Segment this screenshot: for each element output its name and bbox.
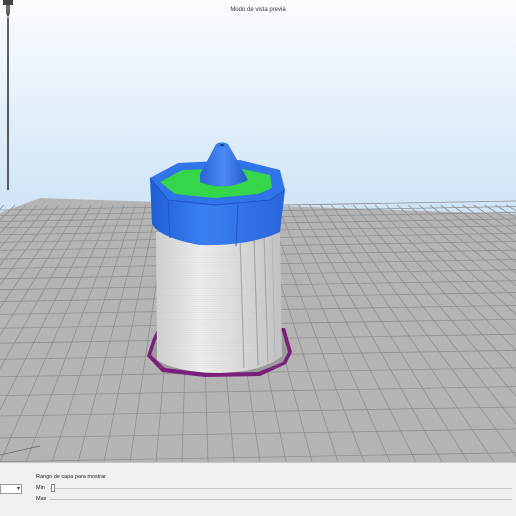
- layer-range-title: Rango de capa para mostrar: [36, 474, 107, 480]
- scene-3d[interactable]: [0, 0, 516, 462]
- view-mode-dropdown[interactable]: ▾: [0, 484, 22, 494]
- preview-viewport[interactable]: Modo de vista previa: [0, 0, 516, 462]
- model-body: [156, 232, 282, 373]
- preview-mode-title: Modo de vista previa: [230, 7, 286, 13]
- min-slider-track: [50, 488, 512, 489]
- max-slider-track: [50, 499, 512, 500]
- min-layer-slider[interactable]: [50, 484, 512, 492]
- min-label: Min: [36, 485, 45, 491]
- layer-range-panel: Rango de capa para mostrar ▾ Min Max: [0, 462, 516, 516]
- min-slider-handle[interactable]: [51, 484, 55, 492]
- max-layer-slider[interactable]: [50, 495, 512, 503]
- max-label: Max: [36, 496, 47, 502]
- chevron-down-icon: ▾: [16, 486, 20, 492]
